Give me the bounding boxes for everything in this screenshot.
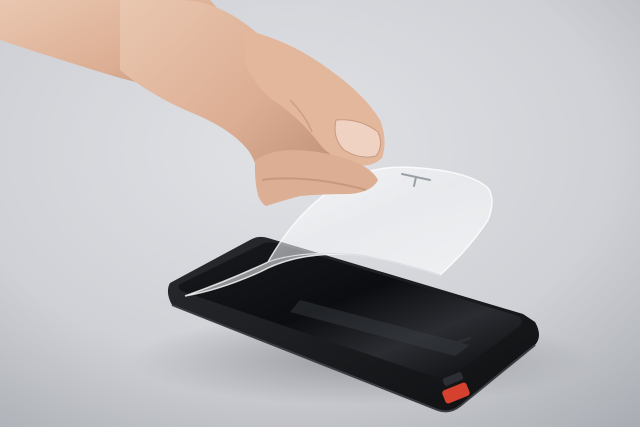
- photo-scene: [0, 0, 640, 427]
